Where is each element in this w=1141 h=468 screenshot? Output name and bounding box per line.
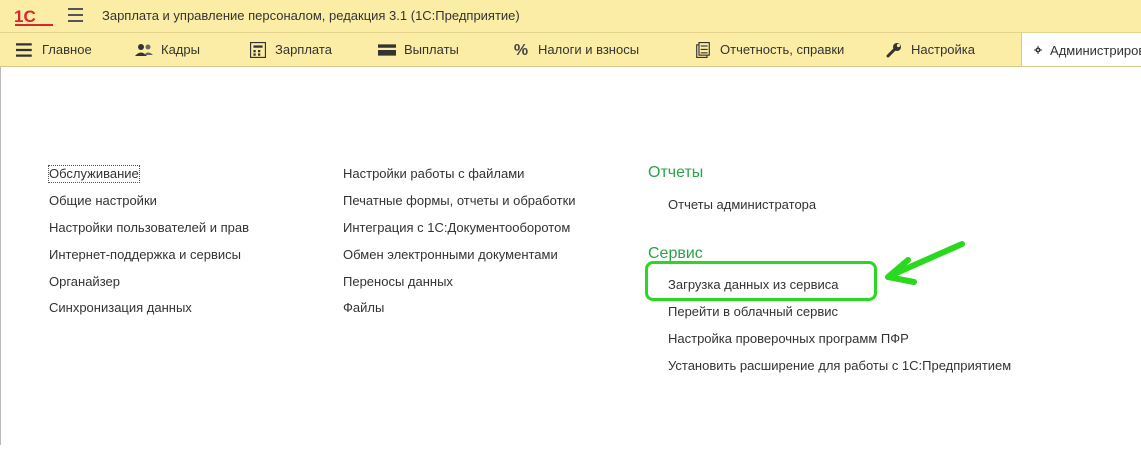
section-label: Администрирование xyxy=(1050,42,1141,58)
svg-text:1С: 1С xyxy=(14,7,36,26)
link-files[interactable]: Файлы xyxy=(343,300,384,316)
percent-icon: % xyxy=(513,41,529,59)
section-settings[interactable]: Настройка xyxy=(885,33,975,66)
document-icon xyxy=(696,41,710,58)
section-payments[interactable]: Выплаты xyxy=(378,33,459,66)
link-data-transfer[interactable]: Переносы данных xyxy=(343,274,453,290)
link-maintenance[interactable]: Обслуживание xyxy=(48,165,140,183)
gear-icon xyxy=(1034,45,1043,55)
link-pfr-check-programs[interactable]: Настройка проверочных программ ПФР xyxy=(668,331,909,347)
content-left-border xyxy=(0,67,1,445)
section-label: Зарплата xyxy=(275,42,332,57)
wrench-icon xyxy=(886,42,901,57)
group-title-reports: Отчеты xyxy=(648,164,704,181)
section-personnel[interactable]: Кадры xyxy=(135,33,200,66)
wallet-icon xyxy=(378,43,396,56)
link-go-to-cloud[interactable]: Перейти в облачный сервис xyxy=(668,304,838,320)
section-reports[interactable]: Отчетность, справки xyxy=(694,33,844,66)
menu-lines-icon xyxy=(16,42,32,57)
link-organizer[interactable]: Органайзер xyxy=(49,274,120,290)
annotation-arrow-icon xyxy=(885,241,965,285)
1c-logo-icon: 1С xyxy=(14,7,53,26)
calculator-icon xyxy=(250,41,266,58)
section-salary[interactable]: Зарплата xyxy=(249,33,332,66)
link-user-rights-settings[interactable]: Настройки пользователей и прав xyxy=(49,220,249,236)
section-label: Кадры xyxy=(161,42,200,57)
link-docflow-integration[interactable]: Интеграция с 1С:Документооборотом xyxy=(343,220,570,236)
people-icon xyxy=(135,43,153,56)
link-print-forms[interactable]: Печатные формы, отчеты и обработки xyxy=(343,193,576,209)
section-main[interactable]: Главное xyxy=(16,33,92,66)
link-internet-support[interactable]: Интернет-поддержка и сервисы xyxy=(49,247,241,263)
app-title: Зарплата и управление персоналом, редакц… xyxy=(102,8,520,23)
section-label: Отчетность, справки xyxy=(720,42,845,57)
section-administration[interactable]: Администрирование xyxy=(1021,33,1141,66)
link-file-settings[interactable]: Настройки работы с файлами xyxy=(343,166,524,182)
section-taxes[interactable]: % Налоги и взносы xyxy=(512,33,639,66)
title-bar: 1С Зарплата и управление персоналом, ред… xyxy=(0,0,1141,33)
link-data-sync[interactable]: Синхронизация данных xyxy=(49,300,192,316)
link-admin-reports[interactable]: Отчеты администратора xyxy=(668,197,816,213)
section-label: Настройка xyxy=(911,42,975,57)
section-panel: Главное Кадры Зарплата Выплаты % Налоги … xyxy=(0,33,1141,67)
link-install-extension[interactable]: Установить расширение для работы с 1С:Пр… xyxy=(668,358,1011,374)
section-label: Налоги и взносы xyxy=(538,42,640,57)
link-edi-exchange[interactable]: Обмен электронными документами xyxy=(343,247,558,263)
section-label: Выплаты xyxy=(404,42,459,57)
main-menu-icon[interactable] xyxy=(68,8,83,22)
section-label: Главное xyxy=(42,42,92,57)
link-general-settings[interactable]: Общие настройки xyxy=(49,193,157,209)
annotation-highlight-box xyxy=(645,261,877,301)
